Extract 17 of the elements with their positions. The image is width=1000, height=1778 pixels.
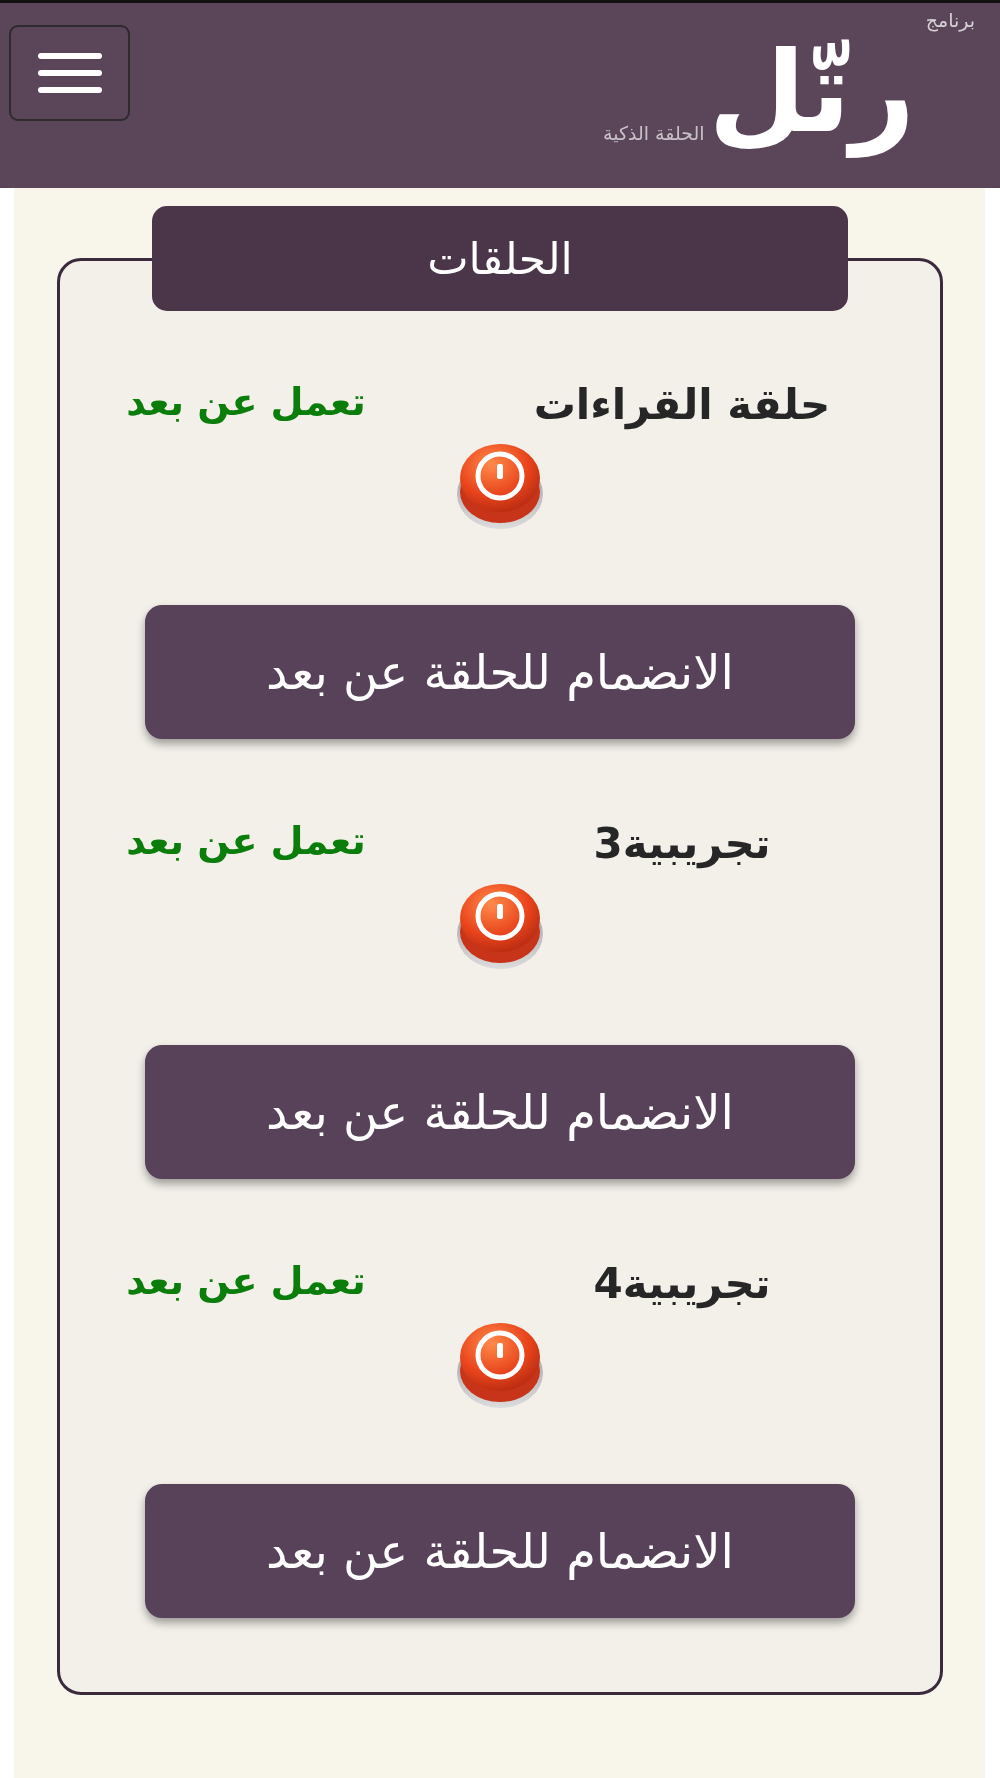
- card-title: الحلقات: [152, 206, 848, 311]
- circle-name: حلقة القراءات: [533, 380, 831, 431]
- status-text: تعمل عن بعد: [126, 819, 366, 865]
- power-icon: [456, 881, 544, 970]
- join-button[interactable]: الانضمام للحلقة عن بعد: [145, 1484, 855, 1619]
- join-button[interactable]: الانضمام للحلقة عن بعد: [145, 1044, 855, 1179]
- status-text: تعمل عن بعد: [126, 1258, 366, 1305]
- menu-icon: [37, 51, 102, 95]
- status-text: تعمل عن بعد: [126, 380, 366, 426]
- join-button[interactable]: الانضمام للحلقة عن بعد: [145, 605, 855, 740]
- circle-name: تجريبية3: [593, 819, 771, 870]
- power-icon: [456, 1321, 544, 1410]
- logo-tagline: الحلقة الذكية: [603, 122, 705, 145]
- menu-button[interactable]: [9, 25, 130, 121]
- power-icon: [456, 442, 544, 531]
- circle-name: تجريبية4: [593, 1258, 771, 1310]
- logo-label: برنامج: [925, 9, 975, 31]
